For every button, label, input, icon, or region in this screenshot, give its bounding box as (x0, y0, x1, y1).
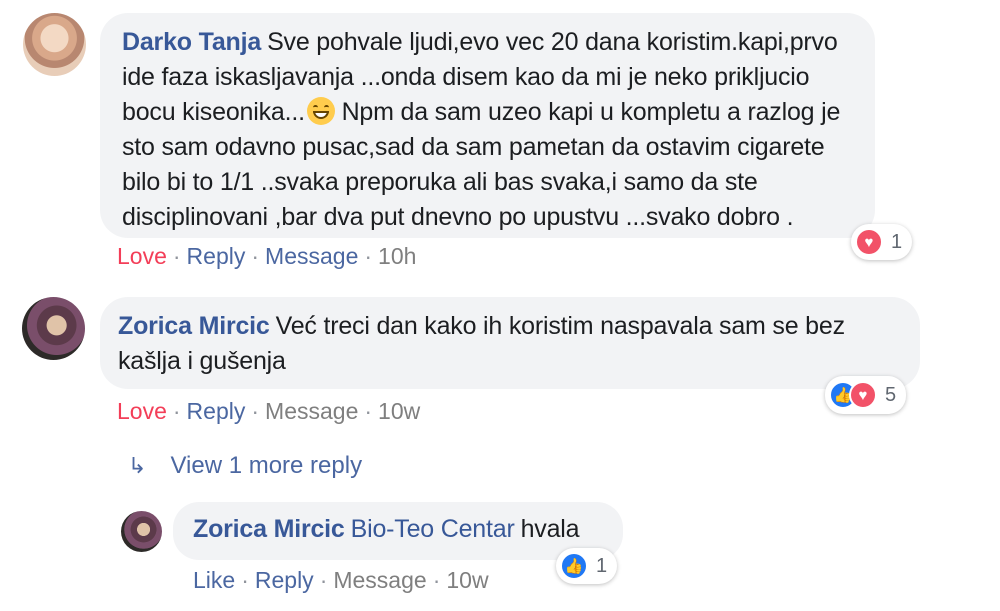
reactions-summary[interactable]: ♥ 1 (851, 224, 913, 260)
reaction-count: 1 (596, 554, 608, 577)
avatar[interactable] (22, 297, 85, 360)
separator: · (432, 567, 441, 593)
reply-button[interactable]: Reply (255, 567, 314, 593)
comment-actions: Love · Reply · Message · 10w (117, 398, 420, 425)
view-more-label: View 1 more reply (170, 452, 363, 479)
reply-button[interactable]: Reply (187, 243, 246, 269)
timestamp[interactable]: 10w (446, 567, 488, 593)
grinning-face-emoji-icon (306, 97, 335, 125)
separator: · (364, 398, 373, 424)
separator: · (251, 398, 260, 424)
message-button[interactable]: Message (333, 567, 426, 593)
reaction-count: 1 (891, 230, 903, 253)
separator: · (241, 567, 249, 593)
separator: · (319, 567, 328, 593)
reaction-count: 5 (885, 383, 897, 406)
view-more-replies-link[interactable]: ↳ View 1 more reply (128, 452, 362, 480)
reply-button[interactable]: Reply (187, 398, 246, 424)
love-button[interactable]: Love (117, 243, 167, 269)
comment-author[interactable]: Darko Tanja (122, 28, 261, 56)
comment-author[interactable]: Zorica Mircic (118, 312, 270, 340)
message-button[interactable]: Message (265, 398, 358, 424)
comment-bubble: Zorica Mircic Već treci dan kako ih koris… (100, 297, 920, 389)
love-reaction-icon: ♥ (855, 228, 883, 256)
separator: · (172, 243, 181, 269)
reply-author[interactable]: Zorica Mircic (193, 515, 345, 543)
reactions-summary[interactable]: 👍 1 (556, 548, 618, 584)
avatar[interactable] (23, 13, 86, 76)
comment-bubble: Darko Tanja Sve pohvale ljudi,evo vec 20 … (100, 13, 875, 238)
reply-text: hvala (520, 515, 580, 543)
mention-link[interactable]: Bio-Teo Centar (351, 515, 515, 543)
separator: · (251, 243, 260, 269)
avatar[interactable] (121, 511, 162, 552)
message-button[interactable]: Message (265, 243, 358, 269)
timestamp[interactable]: 10h (378, 243, 416, 269)
love-button[interactable]: Love (117, 398, 167, 424)
reply-arrow-icon: ↳ (128, 453, 147, 478)
separator: · (364, 243, 373, 269)
timestamp[interactable]: 10w (378, 398, 420, 424)
like-button[interactable]: Like (193, 567, 235, 593)
separator: · (172, 398, 181, 424)
like-reaction-icon: 👍 (560, 552, 588, 580)
comment-actions: Love · Reply · Message · 10h (117, 243, 416, 270)
reply-actions: Like · Reply · Message · 10w (193, 567, 489, 594)
love-reaction-icon: ♥ (849, 381, 877, 409)
reply-bubble: Zorica Mircic Bio-Teo Centar hvala (173, 502, 623, 560)
reactions-summary[interactable]: 👍 ♥ 5 (825, 376, 907, 414)
